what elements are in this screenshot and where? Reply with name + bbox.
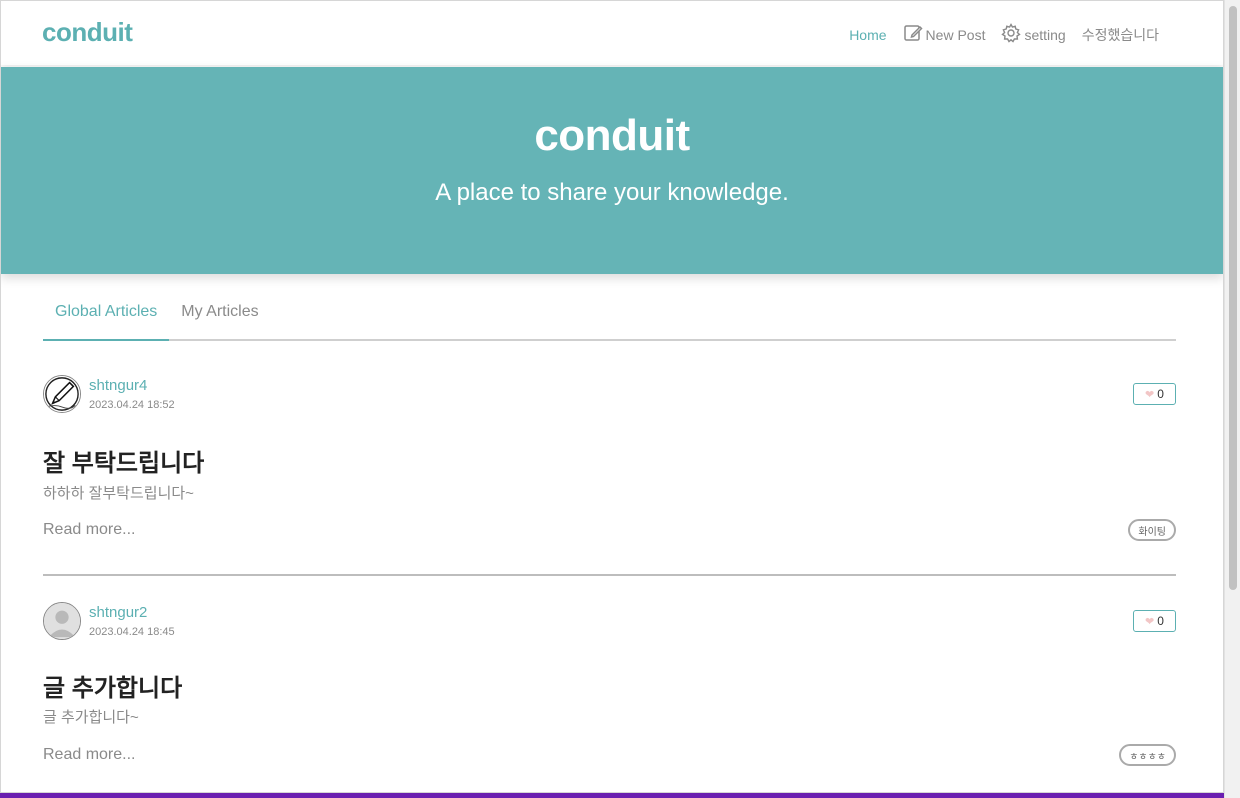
gear-icon	[1001, 23, 1022, 46]
browser-viewport: conduit Home New Post setting 수정했습니다 con…	[0, 0, 1224, 793]
nav-home-label: Home	[849, 26, 887, 43]
heart-icon: ❤	[1145, 615, 1155, 628]
scrollbar-thumb[interactable]	[1229, 6, 1237, 590]
nav-setting-link[interactable]: setting	[1001, 23, 1066, 46]
default-user-avatar	[44, 603, 80, 639]
article-description: 하하하 잘부탁드립니다~	[43, 485, 194, 502]
pen-sketch-avatar	[44, 376, 80, 412]
favorite-count: 0	[1157, 387, 1164, 401]
tag-pill[interactable]: 화이팅	[1128, 519, 1176, 541]
favorite-button[interactable]: ❤ 0	[1133, 383, 1176, 405]
article-description: 글 추가합니다~	[43, 709, 139, 726]
article-date: 2023.04.24 18:45	[89, 626, 175, 638]
banner-title: conduit	[534, 111, 690, 160]
favorite-button[interactable]: ❤ 0	[1133, 610, 1176, 632]
brand-logo[interactable]: conduit	[42, 17, 133, 48]
article-feed: Global Articles My Articles shtngur4 202…	[43, 285, 1176, 792]
banner-subtitle: A place to share your knowledge.	[435, 179, 789, 206]
nav-links: Home New Post setting 수정했습니다	[849, 23, 1159, 46]
nav-new-post-link[interactable]: New Post	[903, 23, 986, 46]
author-link[interactable]: shtngur4	[89, 377, 147, 394]
navbar: conduit Home New Post setting 수정했습니다	[1, 1, 1223, 65]
hero-banner: conduit A place to share your knowledge.	[1, 67, 1223, 274]
article-preview: shtngur2 2023.04.24 18:45 ❤ 0 글 추가합니다 글 …	[43, 576, 1176, 792]
nav-setting-label: setting	[1024, 26, 1066, 43]
tag-pill[interactable]: ㅎㅎㅎㅎ	[1119, 744, 1176, 766]
read-more-link[interactable]: Read more...	[43, 521, 135, 539]
feed-tabs: Global Articles My Articles	[43, 285, 1176, 341]
article-date: 2023.04.24 18:52	[89, 399, 175, 411]
tab-my-articles[interactable]: My Articles	[169, 285, 270, 339]
author-link[interactable]: shtngur2	[89, 604, 147, 621]
article-title[interactable]: 잘 부탁드립니다	[43, 443, 204, 478]
article-title[interactable]: 글 추가합니다	[43, 668, 182, 703]
avatar[interactable]	[43, 375, 81, 413]
heart-icon: ❤	[1145, 388, 1155, 401]
article-preview: shtngur4 2023.04.24 18:52 ❤ 0 잘 부탁드립니다 하…	[43, 341, 1176, 576]
tab-global-articles[interactable]: Global Articles	[43, 285, 170, 341]
favorite-count: 0	[1157, 614, 1164, 628]
nav-new-post-label: New Post	[925, 26, 986, 43]
read-more-link[interactable]: Read more...	[43, 746, 135, 764]
nav-profile-label: 수정했습니다	[1081, 26, 1159, 43]
vertical-scrollbar[interactable]	[1224, 0, 1240, 798]
nav-profile-link[interactable]: 수정했습니다	[1082, 25, 1159, 45]
edit-icon	[903, 23, 923, 46]
nav-home-link[interactable]: Home	[849, 27, 886, 43]
avatar[interactable]	[43, 602, 81, 640]
